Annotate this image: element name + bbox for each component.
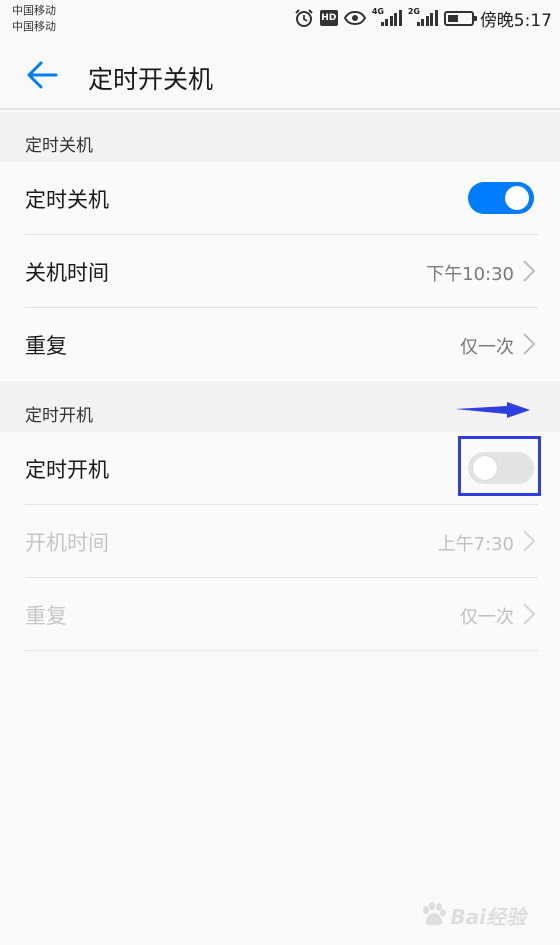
shutdown-repeat-value: 仅一次 xyxy=(460,337,514,358)
startup-time-row: 开机时间 上午7:30 xyxy=(0,505,560,578)
battery-icon xyxy=(443,10,477,26)
paw-logo-icon xyxy=(423,902,447,926)
shutdown-time-label: 关机时间 xyxy=(25,261,109,285)
toggle-knob xyxy=(505,186,529,210)
page-title: 定时开关机 xyxy=(88,65,214,94)
chevron-right-icon xyxy=(523,333,536,355)
chevron-right-icon xyxy=(523,260,536,282)
divider xyxy=(25,650,538,651)
startup-time-value: 上午7:30 xyxy=(437,534,514,555)
status-icons: HD 4G 2G 傍晚5:17 xyxy=(294,6,552,31)
watermark-text: Bai经验 xyxy=(450,904,526,929)
startup-repeat-value: 仅一次 xyxy=(460,607,514,628)
chevron-right-icon xyxy=(523,530,536,552)
back-button[interactable] xyxy=(22,57,62,93)
hd-voice-icon: HD xyxy=(319,10,338,26)
watermark: Bai经验 xyxy=(418,900,526,930)
status-bar: 中国移动 中国移动 HD 4G 2G 傍晚5:17 xyxy=(0,0,560,40)
carrier-info: 中国移动 中国移动 xyxy=(12,3,56,35)
annotation-highlight-box xyxy=(458,436,541,496)
shutdown-repeat-row[interactable]: 重复 仅一次 xyxy=(0,308,560,381)
annotation-arrow xyxy=(455,402,530,418)
shutdown-toggle-switch[interactable] xyxy=(468,182,534,214)
back-arrow-icon xyxy=(27,61,58,89)
shutdown-time-value: 下午10:30 xyxy=(426,264,514,285)
section-title-shutdown: 定时关机 xyxy=(25,136,93,156)
shutdown-repeat-label: 重复 xyxy=(25,334,67,358)
startup-toggle-label: 定时开机 xyxy=(25,458,109,482)
chevron-right-icon xyxy=(523,603,536,625)
carrier-1: 中国移动 xyxy=(12,4,56,17)
status-time: 傍晚5:17 xyxy=(479,10,552,31)
shutdown-time-row[interactable]: 关机时间 下午10:30 xyxy=(0,235,560,308)
shutdown-toggle-row[interactable]: 定时关机 xyxy=(0,162,560,235)
title-bar: 定时开关机 xyxy=(0,40,560,110)
carrier-2: 中国移动 xyxy=(12,20,56,33)
startup-repeat-row: 重复 仅一次 xyxy=(0,578,560,651)
alarm-icon xyxy=(294,8,314,28)
signal-icon-sim1: 4G xyxy=(372,7,402,28)
shutdown-toggle-label: 定时关机 xyxy=(25,188,109,212)
startup-time-label: 开机时间 xyxy=(25,531,109,555)
signal-icon-sim2: 2G xyxy=(408,7,438,28)
section-header-shutdown: 定时关机 xyxy=(0,112,560,162)
eye-comfort-icon xyxy=(343,10,366,26)
startup-repeat-label: 重复 xyxy=(25,604,67,628)
section-title-startup: 定时开机 xyxy=(25,406,93,426)
